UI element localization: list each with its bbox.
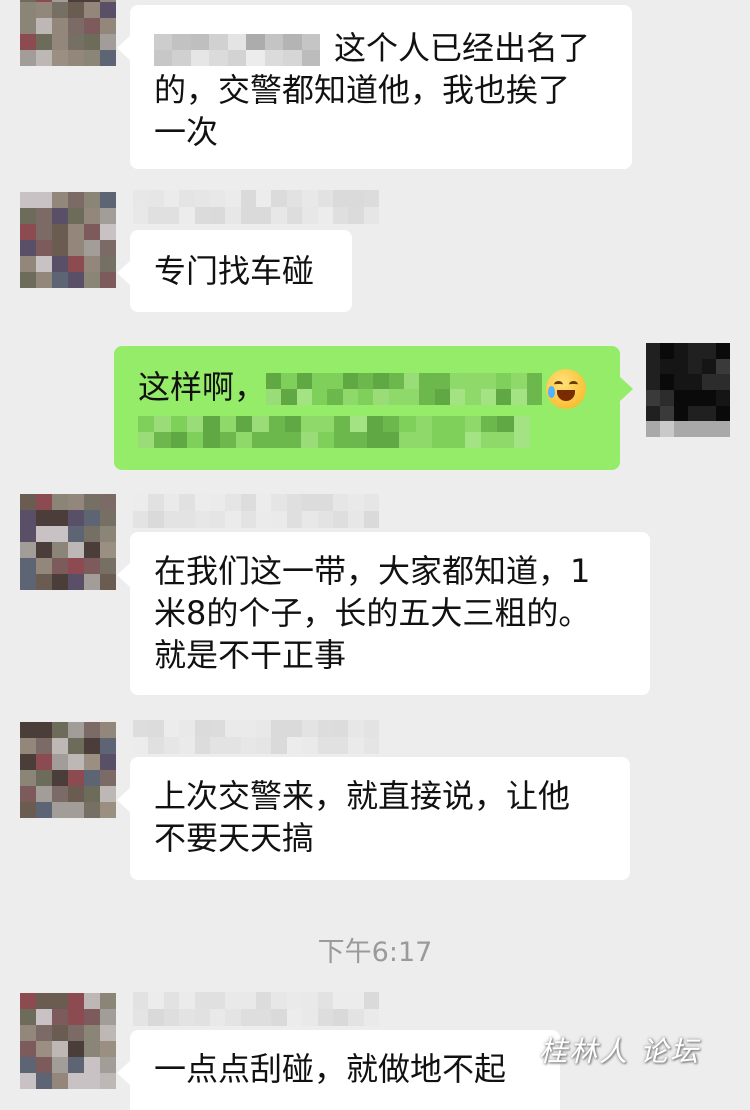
- sender-name: [133, 494, 379, 528]
- crying-laughing-emoji: [546, 369, 587, 409]
- message-text: 上次交警来，就直接说，让他 不要天天搞: [154, 777, 571, 857]
- message-text: 这样啊，: [138, 366, 596, 409]
- message-text: 专门找车碰: [154, 252, 315, 290]
- redacted-text: [266, 373, 542, 405]
- my-avatar[interactable]: [646, 343, 730, 437]
- forum-watermark: 桂林人 论坛: [539, 1035, 700, 1068]
- message-text: 的，交警都知道他，我也挨了: [154, 71, 571, 109]
- message-text: 一次: [154, 113, 219, 151]
- message-text: 在我们这一带，大家都知道，1 米8的个子，长的五大三粗的。 就是不干正事: [154, 552, 591, 674]
- message-text: 这个人已经出名了: [154, 27, 608, 69]
- message-bubble[interactable]: 专门找车碰: [117, 230, 352, 312]
- message-bubble[interactable]: 上次交警来，就直接说，让他 不要天天搞: [117, 757, 630, 880]
- avatar[interactable]: [20, 993, 116, 1089]
- sender-name: [133, 992, 379, 1026]
- avatar[interactable]: [20, 0, 116, 66]
- message-bubble[interactable]: 这个人已经出名了 的，交警都知道他，我也挨了 一次: [117, 5, 632, 169]
- message-bubble[interactable]: 在我们这一带，大家都知道，1 米8的个子，长的五大三粗的。 就是不干正事: [117, 532, 650, 695]
- message-timestamp: 下午6:17: [317, 937, 433, 968]
- chat-screen: 这个人已经出名了 的，交警都知道他，我也挨了 一次 专门找车碰 这样啊， 在我们…: [0, 0, 750, 1110]
- avatar[interactable]: [20, 494, 116, 590]
- message-bubble[interactable]: 一点点刮碰，就做地不起: [117, 1030, 560, 1110]
- message-text: 一点点刮碰，就做地不起: [154, 1050, 507, 1088]
- redacted-text: [138, 416, 530, 448]
- avatar[interactable]: [20, 722, 116, 818]
- avatar[interactable]: [20, 192, 116, 288]
- sender-name: [133, 190, 379, 224]
- sender-name: [133, 720, 379, 754]
- redacted-mention: [154, 34, 320, 66]
- outgoing-message-bubble[interactable]: 这样啊，: [114, 346, 633, 470]
